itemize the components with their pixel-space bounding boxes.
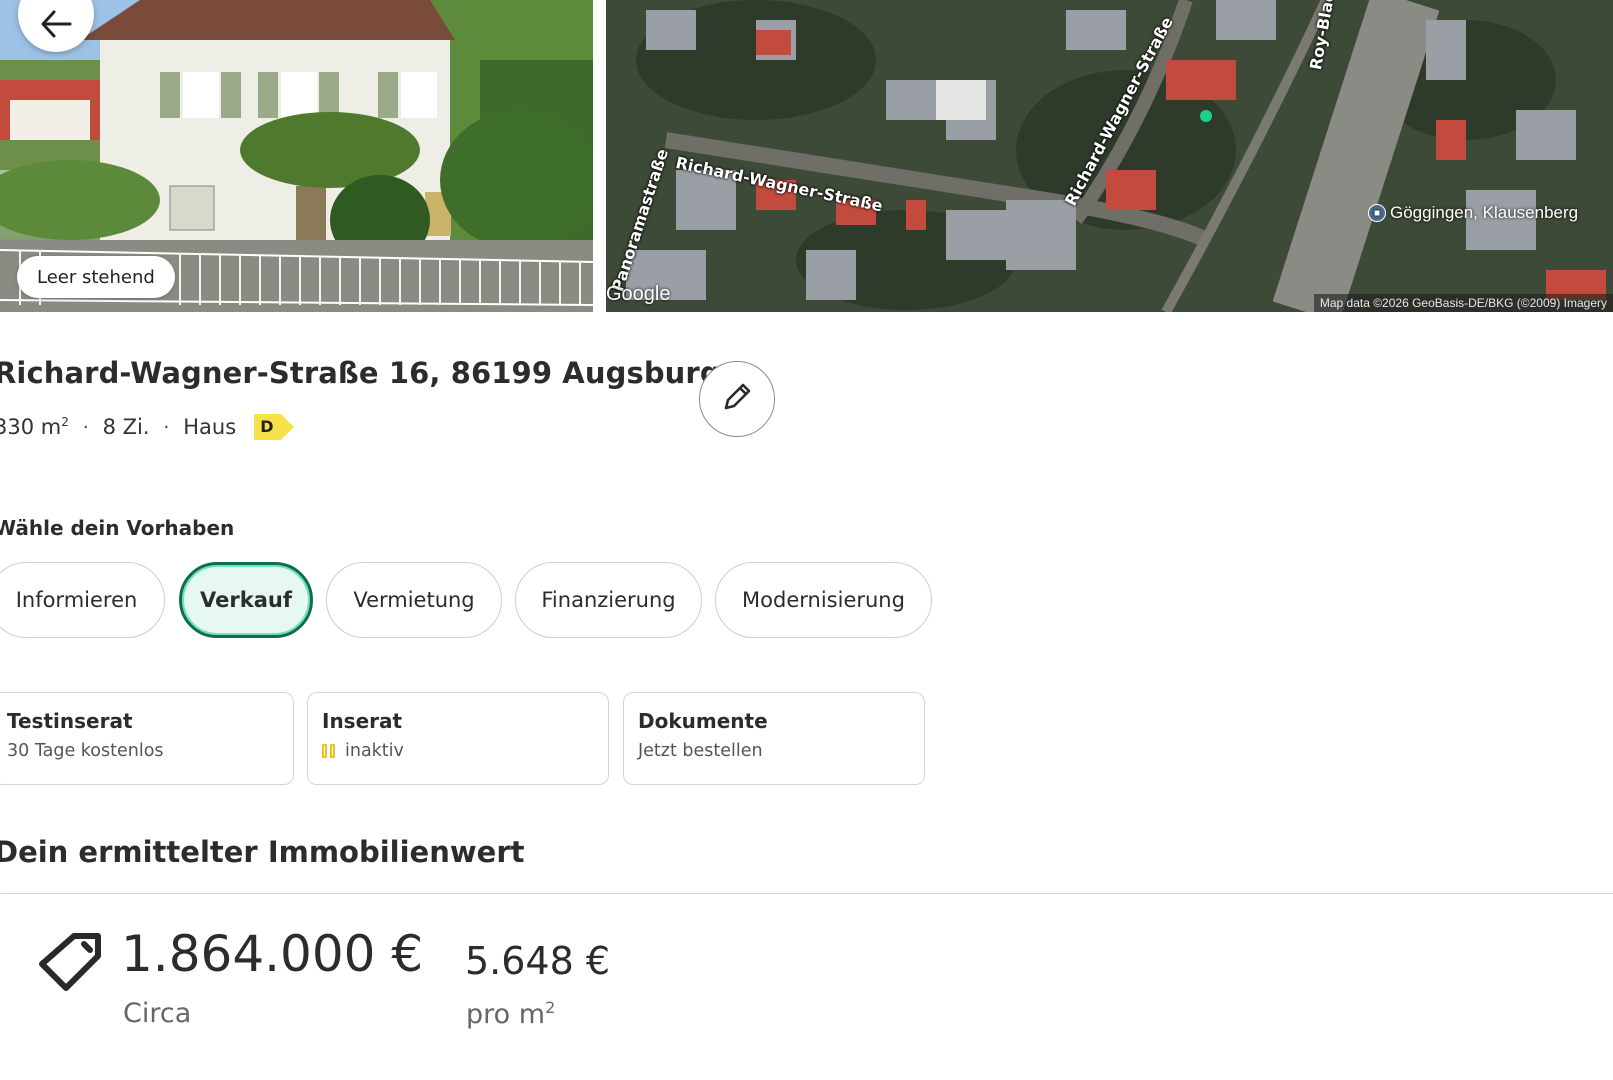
valuation-title: Dein ermittelter Immobilienwert: [0, 835, 525, 869]
separator-dot: ·: [82, 416, 89, 438]
card-dokumente[interactable]: Dokumente Jetzt bestellen: [623, 692, 925, 785]
energy-class-badge: D: [254, 414, 295, 440]
type-fact: Haus: [183, 415, 237, 439]
vacancy-status-chip: Leer stehend: [17, 256, 175, 298]
satellite-map[interactable]: Richard-Wagner-Straße Richard-Wagner-Str…: [606, 0, 1613, 312]
area-fact: 330 m2: [0, 415, 69, 439]
intent-label: Wähle dein Vorhaben: [0, 516, 235, 540]
pencil-icon: [720, 380, 754, 418]
card-testinserat[interactable]: Testinserat 30 Tage kostenlos: [0, 692, 294, 785]
price-note: Circa: [123, 998, 192, 1029]
card-title: Inserat: [322, 709, 403, 733]
intent-option-vermietung[interactable]: Vermietung: [326, 562, 502, 638]
transit-stop[interactable]: ■ Göggingen, Klausenberg: [1368, 203, 1578, 223]
valuation-card: [0, 893, 1613, 1080]
card-subtitle: 30 Tage kostenlos: [7, 741, 164, 761]
transit-icon: ■: [1368, 204, 1386, 222]
arrow-left-icon: [40, 10, 72, 38]
card-title: Dokumente: [638, 709, 768, 733]
edit-property-button[interactable]: [699, 361, 775, 437]
card-subtitle: inaktiv: [322, 741, 594, 761]
estimated-price: 1.864.000 €: [121, 925, 424, 983]
intent-option-verkauf[interactable]: Verkauf: [179, 562, 313, 638]
price-per-sqm: 5.648 €: [465, 939, 611, 983]
property-facts: 330 m2 · 8 Zi. · Haus D: [0, 414, 295, 440]
intent-option-finanzierung[interactable]: Finanzierung: [515, 562, 702, 638]
google-logo: Google: [606, 283, 671, 305]
price-per-sqm-unit: pro m2: [466, 998, 556, 1030]
map-credit: Map data ©2026 GeoBasis-DE/BKG (©2009) I…: [1313, 294, 1613, 312]
price-tag-icon: [38, 930, 102, 998]
property-page: Leer stehend Richard-Wagner-Straße Richa…: [0, 0, 1613, 1080]
separator-dot: ·: [163, 416, 170, 438]
transit-stop-label: Göggingen, Klausenberg: [1390, 203, 1579, 222]
card-inserat[interactable]: Inserat inaktiv: [307, 692, 609, 785]
status-bars-icon: [322, 744, 335, 758]
rooms-fact: 8 Zi.: [102, 415, 150, 439]
intent-option-modernisierung[interactable]: Modernisierung: [715, 562, 932, 638]
intent-option-informieren[interactable]: Informieren: [0, 562, 165, 638]
card-subtitle: Jetzt bestellen: [638, 741, 763, 761]
property-photo[interactable]: Leer stehend: [0, 0, 593, 312]
location-pin: [1200, 110, 1212, 122]
card-title: Testinserat: [7, 709, 133, 733]
property-address: Richard-Wagner-Straße 16, 86199 Augsburg: [0, 356, 721, 390]
